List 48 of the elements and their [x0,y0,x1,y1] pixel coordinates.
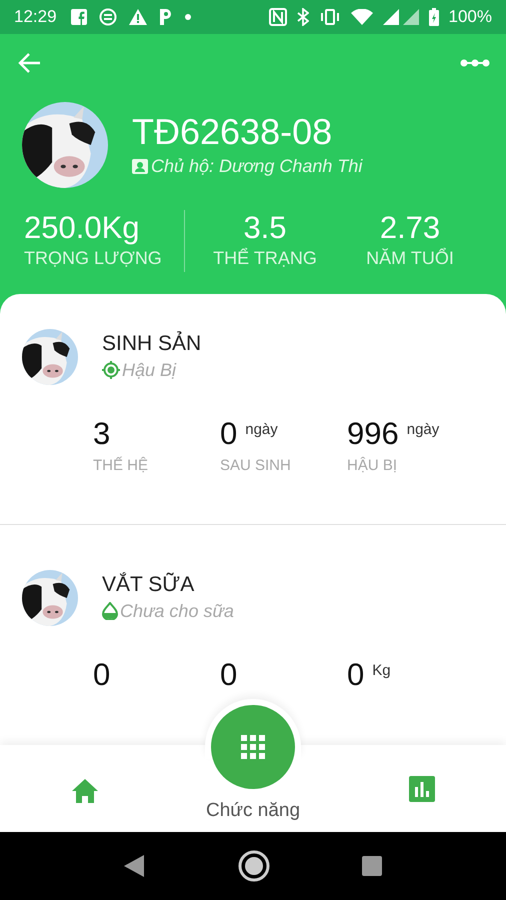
home-nav-button[interactable] [238,850,270,882]
grid-icon [241,735,265,759]
facebook-icon [70,9,87,25]
functions-button[interactable] [211,705,295,789]
signal-icon [382,9,419,25]
stat-value: 250.0Kg [24,210,140,246]
battery-percentage: 100% [448,6,492,28]
stat-value: 3 [93,417,110,451]
stat-value: 2.73 [380,210,440,246]
more-button[interactable] [460,58,490,68]
functions-label: Chức năng [204,799,302,823]
section-title: VẮT SỮA [102,572,196,598]
battery-icon [428,8,439,26]
drop-icon [102,602,118,620]
stat-label: THẾ HỆ [93,456,148,476]
status-time: 12:29 [14,6,57,28]
stat-label: SAU SINH [220,456,291,476]
parking-icon [158,9,173,25]
status-text: Chưa cho sữa [120,600,234,622]
stat-label: HẬU BỊ [347,456,398,476]
stat-value: 0 [347,658,364,692]
animal-code: TĐ62638-08 [132,110,334,152]
owner-name: Chủ hộ: Dương Chanh Thi [151,154,362,178]
stat-value: 0 [220,417,238,451]
warning-icon [128,9,147,25]
vibrate-icon [318,9,341,25]
stat-label: THỂ TRẠNG [213,246,317,270]
statistics-button[interactable] [408,775,436,803]
section-title: SINH SẢN [102,330,202,356]
wifi-icon [350,9,373,25]
nfc-icon [268,8,287,26]
bluetooth-icon [296,8,309,26]
stat-value: 996 [347,417,399,451]
stat-unit: ngày [245,420,278,440]
contact-icon [132,158,148,174]
back-nav-button[interactable] [124,855,146,877]
target-icon [102,361,120,379]
status-text: Hậu Bị [122,358,176,382]
circle-app-icon [98,8,117,26]
stat-value: 3.5 [243,210,287,246]
stat-label: NĂM TUỔI [366,246,454,270]
stat-label: TRỌNG LƯỢNG [24,247,162,270]
home-button[interactable] [70,777,100,805]
stat-unit: ngày [406,420,440,440]
stat-value: 0 [220,658,238,692]
stat-value: 0 [93,658,110,692]
stat-unit: Kg [372,661,391,681]
dot-icon [184,14,191,20]
